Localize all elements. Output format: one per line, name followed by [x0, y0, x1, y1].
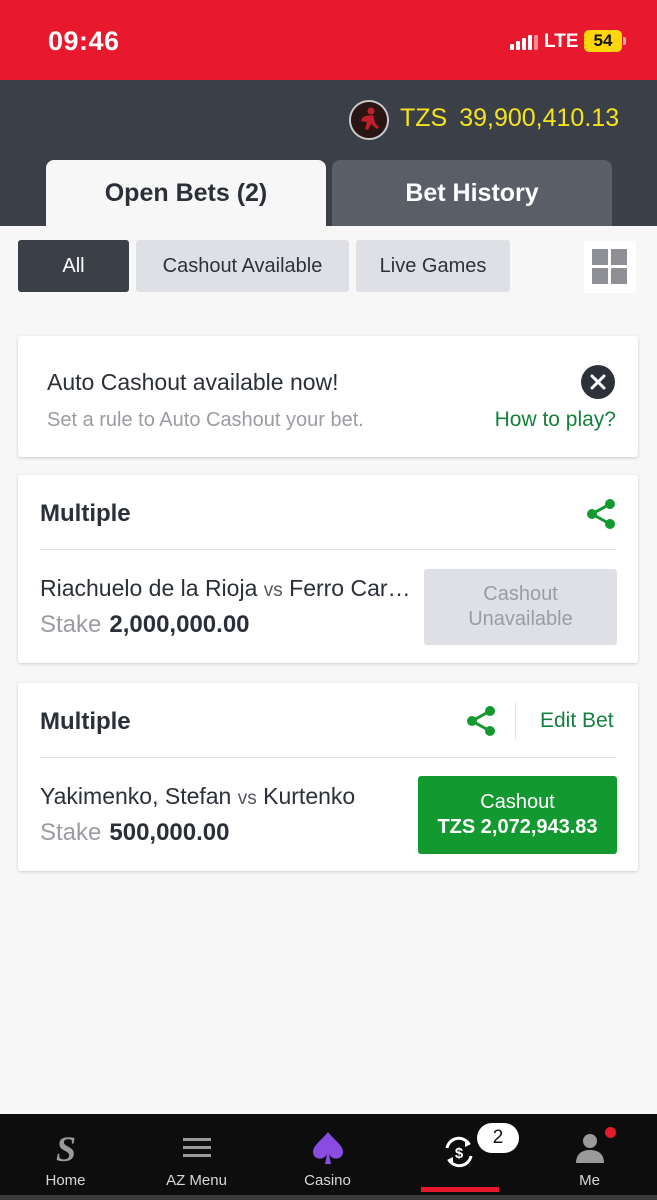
grid-view-icon[interactable] [584, 241, 636, 293]
divider [40, 757, 616, 758]
share-icon[interactable] [464, 704, 498, 738]
signal-icon [510, 34, 538, 50]
status-bar: 09:46 LTE 54 [0, 0, 657, 80]
balance-amount: 39,900,410.13 [459, 104, 620, 132]
nav-casino[interactable]: Casino [262, 1114, 393, 1200]
network-type: LTE [544, 31, 579, 52]
divider [40, 549, 616, 550]
stake: Stake 500,000.00 [40, 819, 230, 846]
bet-type: Multiple [40, 500, 131, 527]
notification-dot [605, 1127, 616, 1138]
nav-home[interactable]: S Home [0, 1114, 131, 1200]
filter-live-games[interactable]: Live Games [356, 240, 510, 292]
match-name: Riachuelo de la Rioja vs Ferro Carril Oe… [40, 575, 415, 601]
bet-card[interactable]: Multiple Riachuelo de la Rioja vs Ferro … [18, 475, 638, 663]
balance: TZS 39,900,410.13 [400, 104, 619, 133]
user-icon [572, 1130, 608, 1166]
battery-tip [623, 37, 626, 45]
how-to-play-link[interactable]: How to play? [495, 408, 616, 432]
bet-card[interactable]: Multiple Edit Bet Yakimenko, Stefan vs K… [18, 683, 638, 871]
close-icon[interactable] [581, 365, 615, 399]
battery-icon: 54 [584, 30, 622, 52]
active-tab-indicator [421, 1187, 499, 1192]
cashout-unavailable-button: Cashout Unavailable [424, 569, 617, 645]
promo-title: Auto Cashout available now! [47, 369, 339, 395]
filter-all[interactable]: All [18, 240, 129, 292]
open-bets-count-badge: 2 [477, 1123, 519, 1153]
share-icon[interactable] [584, 497, 618, 531]
edit-bet-link[interactable]: Edit Bet [540, 709, 614, 733]
spade-icon [310, 1130, 346, 1166]
auto-cashout-banner: Auto Cashout available now! Set a rule t… [18, 336, 638, 457]
bottom-nav: S Home AZ Menu Casino $ Me [0, 1114, 657, 1200]
bet-type: Multiple [40, 708, 131, 735]
avatar[interactable] [349, 100, 389, 140]
nav-me[interactable]: Me [524, 1114, 655, 1200]
tab-bet-history[interactable]: Bet History [332, 160, 612, 226]
promo-subtitle: Set a rule to Auto Cashout your bet. [47, 409, 364, 431]
stake: Stake 2,000,000.00 [40, 611, 250, 638]
cashout-button[interactable]: Cashout TZS 2,072,943.83 [418, 776, 617, 854]
bottom-edge [0, 1195, 657, 1200]
match-name: Yakimenko, Stefan vs Kurtenko [40, 783, 356, 809]
separator [515, 702, 516, 740]
filter-cashout-available[interactable]: Cashout Available [136, 240, 349, 292]
svg-text:S: S [56, 1130, 76, 1166]
nav-az-menu[interactable]: AZ Menu [131, 1114, 262, 1200]
svg-text:$: $ [455, 1145, 464, 1162]
tab-open-bets[interactable]: Open Bets (2) [46, 160, 326, 226]
cashout-icon: $ [441, 1134, 477, 1170]
balance-currency: TZS [400, 104, 448, 132]
clock: 09:46 [48, 26, 120, 56]
home-s-icon: S [48, 1129, 84, 1169]
menu-icon [179, 1130, 215, 1166]
